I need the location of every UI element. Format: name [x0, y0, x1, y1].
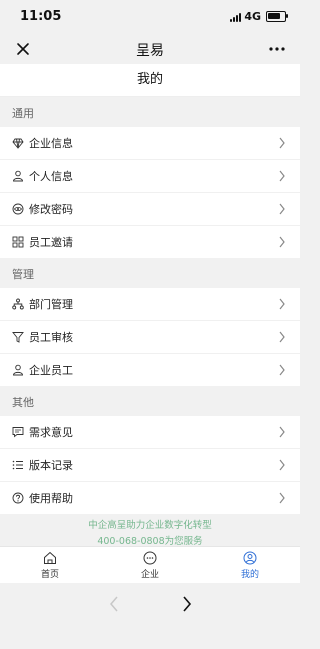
message-icon [12, 427, 24, 438]
menu-item-label: 员工审核 [29, 331, 73, 344]
status-bar: 11:05 4G [0, 0, 300, 34]
section-label-other: 其他 [0, 386, 300, 416]
profile-icon [243, 551, 257, 564]
chat-dots-icon [143, 551, 157, 564]
menu-item-change-password[interactable]: 修改密码 [0, 193, 300, 226]
menu-item-company-info[interactable]: 企业信息 [0, 127, 300, 160]
chevron-right-icon [279, 364, 285, 376]
tab-bar: 首页 企业 我的 [0, 546, 300, 583]
chevron-right-icon [279, 426, 285, 438]
section-list-general: 企业信息 个人信息 修改密码 员工邀请 [0, 127, 300, 258]
tab-label: 企业 [140, 569, 159, 580]
page-header: 我的 [0, 64, 300, 97]
nav-bar: 呈易 [0, 34, 300, 64]
status-time: 11:05 [20, 9, 62, 24]
settings-content: 通用 企业信息 个人信息 修改密码 员工邀请 管理 部门管理 员工审核 企业员工… [0, 97, 300, 514]
footer-line-1: 中企高呈助力企业数字化转型 [88, 520, 212, 531]
signal-icon [230, 12, 242, 22]
help-icon [12, 492, 24, 504]
menu-item-label: 员工邀请 [29, 236, 73, 249]
more-icon[interactable] [268, 41, 286, 57]
nav-title: 呈易 [136, 43, 164, 59]
chevron-right-icon [279, 137, 285, 149]
menu-item-version-history[interactable]: 版本记录 [0, 449, 300, 482]
menu-item-label: 需求意见 [29, 426, 73, 439]
chevron-right-icon [279, 492, 285, 504]
chevron-right-icon [279, 331, 285, 343]
filter-icon [12, 332, 24, 343]
chevron-right-icon [279, 459, 285, 471]
menu-item-label: 企业信息 [29, 137, 73, 150]
menu-item-help[interactable]: 使用帮助 [0, 482, 300, 514]
chevron-right-icon [279, 203, 285, 215]
menu-item-invite-staff[interactable]: 员工邀请 [0, 226, 300, 258]
user-icon [13, 170, 23, 182]
battery-icon [266, 11, 288, 22]
tab-home[interactable]: 首页 [0, 547, 100, 583]
forward-arrow-icon[interactable] [181, 595, 193, 613]
menu-item-label: 使用帮助 [29, 492, 73, 505]
tab-label: 首页 [40, 569, 59, 580]
menu-item-label: 版本记录 [29, 459, 73, 472]
chevron-right-icon [279, 298, 285, 310]
user-icon [13, 364, 23, 376]
section-label-general: 通用 [0, 97, 300, 127]
tab-label: 我的 [240, 569, 259, 580]
home-icon [44, 551, 56, 564]
menu-item-label: 个人信息 [29, 170, 73, 183]
page-title: 我的 [136, 72, 163, 87]
org-chart-icon [12, 298, 24, 310]
menu-item-staff-review[interactable]: 员工审核 [0, 321, 300, 354]
section-list-other: 需求意见 版本记录 使用帮助 [0, 416, 300, 514]
back-arrow-icon[interactable] [108, 595, 120, 613]
network-label: 4G [244, 10, 261, 23]
browser-toolbar [0, 583, 300, 649]
chevron-right-icon [279, 170, 285, 182]
menu-item-personal-info[interactable]: 个人信息 [0, 160, 300, 193]
section-label-management: 管理 [0, 258, 300, 288]
status-indicators: 4G [230, 10, 288, 23]
grid-icon [12, 236, 24, 248]
eye-icon [12, 203, 24, 215]
tab-enterprise[interactable]: 企业 [100, 547, 200, 583]
menu-item-company-staff[interactable]: 企业员工 [0, 354, 300, 386]
section-list-management: 部门管理 员工审核 企业员工 [0, 288, 300, 386]
tab-mine[interactable]: 我的 [200, 547, 300, 583]
menu-item-label: 部门管理 [29, 298, 73, 311]
list-icon [12, 460, 23, 470]
menu-item-feedback[interactable]: 需求意见 [0, 416, 300, 449]
menu-item-department-management[interactable]: 部门管理 [0, 288, 300, 321]
diamond-icon [12, 138, 24, 149]
chevron-right-icon [279, 236, 285, 248]
menu-item-label: 修改密码 [29, 203, 73, 216]
menu-item-label: 企业员工 [29, 364, 73, 377]
